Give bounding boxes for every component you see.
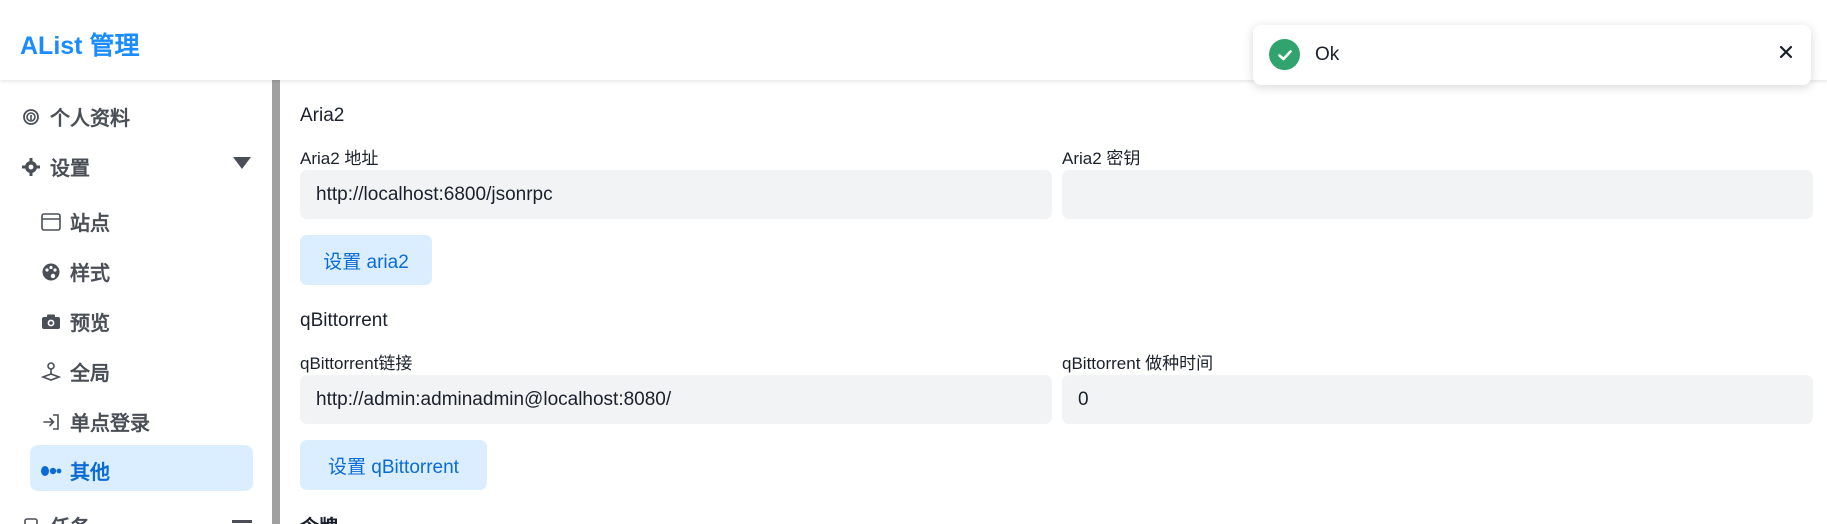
sign-in-icon <box>40 411 62 433</box>
sidebar-item-label: 站点 <box>70 213 110 235</box>
app-title[interactable]: AList 管理 <box>20 26 139 62</box>
toast-message: Ok <box>1315 44 1340 65</box>
set-qbittorrent-button[interactable]: 设置 qBittorrent <box>300 440 487 490</box>
sidebar-item-label: 任务 <box>50 511 90 524</box>
aria2-uri-label: Aria2 地址 <box>300 149 379 168</box>
sidebar-item-tasks[interactable]: 任务 <box>20 511 90 524</box>
qbittorrent-section-title: qBittorrent <box>300 310 388 331</box>
token-section-title: 令牌 <box>300 512 338 524</box>
window-icon <box>40 211 62 233</box>
camera-icon <box>40 311 62 333</box>
aria2-uri-input[interactable]: http://localhost:6800/jsonrpc <box>300 170 1052 219</box>
tasks-caret[interactable] <box>232 520 252 523</box>
sidebar-item-preview[interactable]: 预览 <box>40 307 110 336</box>
tasks-icon <box>20 515 42 524</box>
sidebar-item-label: 单点登录 <box>70 413 150 435</box>
sidebar-item-label: 样式 <box>70 263 110 285</box>
success-toast: Ok <box>1253 25 1811 85</box>
sidebar-item-global[interactable]: 全局 <box>40 357 110 386</box>
fingerprint-icon <box>20 106 42 128</box>
qbittorrent-url-input[interactable]: http://admin:adminadmin@localhost:8080/ <box>300 375 1052 424</box>
close-icon[interactable] <box>1775 41 1797 63</box>
qbittorrent-seedtime-label: qBittorrent 做种时间 <box>1062 354 1214 373</box>
aria2-secret-input[interactable] <box>1062 170 1813 219</box>
qbittorrent-url-label: qBittorrent链接 <box>300 354 413 373</box>
dots-icon <box>40 460 62 482</box>
aria2-secret-label: Aria2 密钥 <box>1062 149 1141 168</box>
gear-icon <box>20 156 42 178</box>
sidebar-item-label: 个人资料 <box>50 108 130 130</box>
set-aria2-button[interactable]: 设置 aria2 <box>300 235 432 285</box>
palette-icon <box>40 261 62 283</box>
joystick-icon <box>40 361 62 383</box>
sidebar-item-site[interactable]: 站点 <box>40 207 110 236</box>
sidebar-item-label: 全局 <box>70 363 110 385</box>
sidebar-item-label: 预览 <box>70 313 110 335</box>
qbittorrent-seedtime-input[interactable]: 0 <box>1062 375 1813 424</box>
check-circle-icon <box>1269 39 1300 70</box>
sidebar-scrollbar[interactable] <box>272 80 280 524</box>
sidebar-item-label: 其他 <box>70 462 110 484</box>
sidebar-item-other[interactable]: 其他 <box>40 456 110 485</box>
aria2-section-title: Aria2 <box>300 105 345 126</box>
sidebar-item-sso[interactable]: 单点登录 <box>40 407 150 436</box>
sidebar-item-profile[interactable]: 个人资料 <box>20 102 130 131</box>
sidebar-item-label: 设置 <box>50 158 90 180</box>
sidebar-item-style[interactable]: 样式 <box>40 257 110 286</box>
chevron-down-icon[interactable] <box>232 156 252 170</box>
sidebar-item-settings[interactable]: 设置 <box>20 152 90 181</box>
